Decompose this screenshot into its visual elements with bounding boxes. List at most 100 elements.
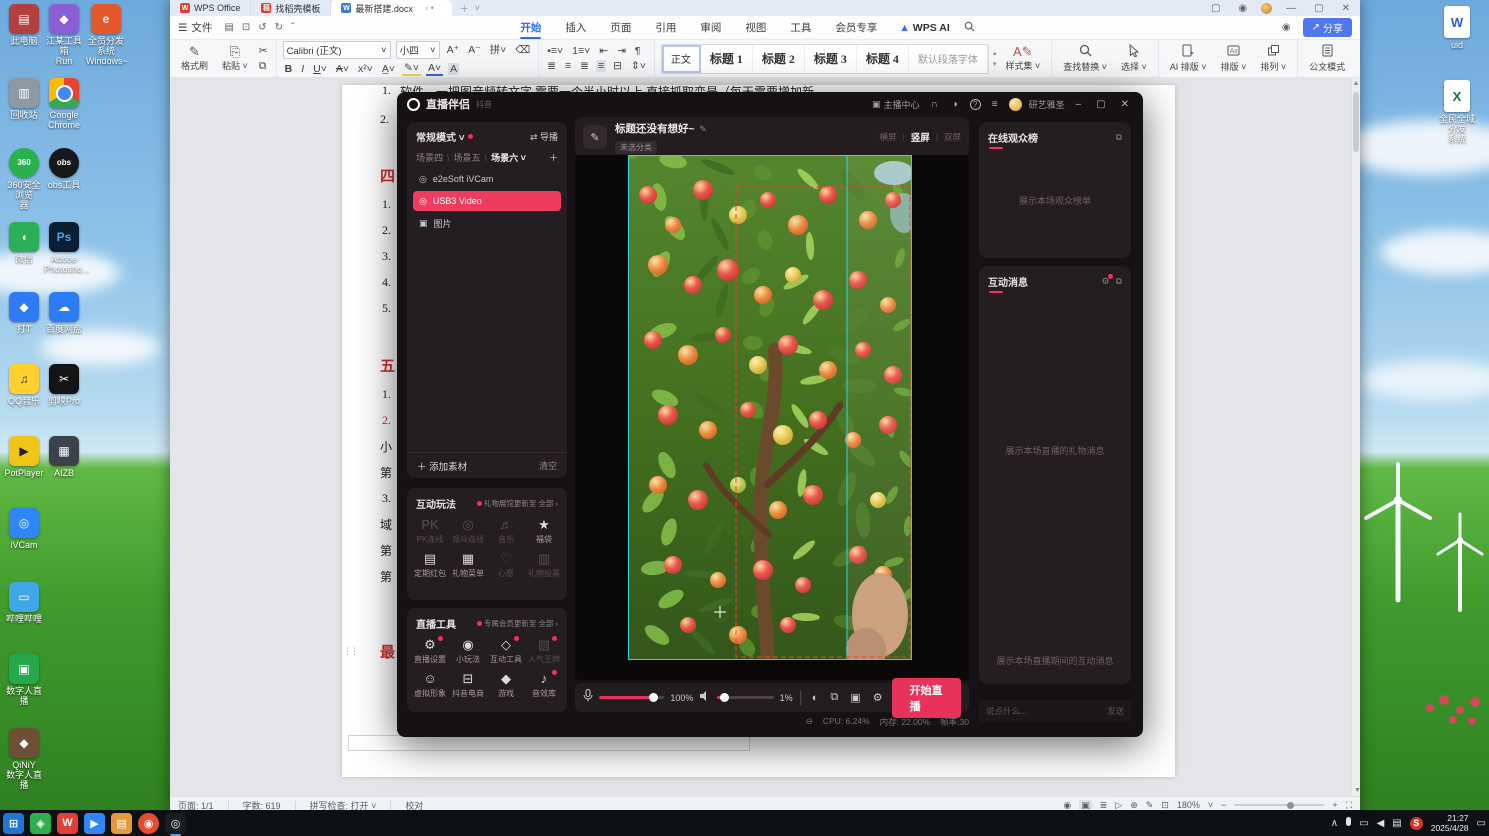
screen-mode-dual[interactable]: 双屏 <box>944 131 961 143</box>
taskbar-green-app[interactable]: ◈ <box>30 812 51 834</box>
edit-title-icon[interactable]: ✎ <box>583 125 607 149</box>
vertical-scrollbar[interactable]: ▲ ▼ <box>1351 78 1360 796</box>
settings-icon[interactable]: ⚙ <box>870 691 886 704</box>
live-preview-canvas[interactable] <box>575 155 969 680</box>
message-settings-icon[interactable]: ⚙ <box>1101 274 1113 287</box>
numbered-list-button[interactable]: 1≡˅ <box>570 45 592 57</box>
feature-item[interactable]: ▥ 礼物投票 <box>525 551 563 579</box>
copy-button[interactable]: ⧉ <box>257 60 270 72</box>
desktop-icon[interactable]: ▭ 哔哩哔哩 <box>4 582 44 624</box>
style-pill[interactable]: 标题 4 <box>857 44 909 73</box>
desktop-icon[interactable]: 360 360安全浏览 器 <box>4 148 44 210</box>
zoom-level[interactable]: 180% <box>1177 800 1200 810</box>
wps-tab[interactable]: W 最新搭建.docx ▫ • <box>331 0 452 16</box>
add-material-button[interactable]: ＋ 添加素材 <box>417 459 467 473</box>
align-center-button[interactable]: ≡ <box>563 60 573 72</box>
source-item[interactable]: ◎ e2eSoft iVCam <box>413 169 561 189</box>
globe-icon[interactable]: ◉ <box>1234 3 1251 14</box>
underline-button[interactable]: U˅ <box>311 63 329 75</box>
increase-font-button[interactable]: A⁺ <box>445 44 462 56</box>
feature-item[interactable]: ★ 福袋 <box>525 517 563 545</box>
ribbon-tab[interactable]: 引用 <box>643 16 688 40</box>
scroll-thumb[interactable] <box>1353 92 1359 152</box>
feature-item[interactable]: ◆ 游戏 <box>487 671 525 699</box>
highlight-color-button[interactable]: ✎˅ <box>402 62 421 76</box>
desktop-icon[interactable]: e 全员分发系统 Windows~ <box>86 4 128 66</box>
source-item[interactable]: ▣ 图片 <box>413 213 561 233</box>
desktop-icon[interactable]: Google Chrome <box>44 78 84 130</box>
speaker-volume-slider[interactable] <box>717 693 774 702</box>
zoom-out-icon[interactable]: ⊖ <box>806 716 813 728</box>
ribbon-tab[interactable]: 页面 <box>598 16 643 40</box>
send-button[interactable]: 发送 <box>1107 705 1124 717</box>
style-pill[interactable]: 标题 1 <box>701 44 753 73</box>
screen-mode-portrait[interactable]: 竖屏 <box>911 130 930 144</box>
format-painter-button[interactable]: ✎ 格式刷 <box>176 45 213 72</box>
source-item[interactable]: ◎ USB3 Video <box>413 191 561 211</box>
text-effect-button[interactable]: A̲˅ <box>380 63 397 75</box>
desktop-icon[interactable]: ◖ 微信 <box>4 222 44 264</box>
feature-item[interactable]: ☺ 虚拟形象 <box>411 671 449 699</box>
mode-select[interactable]: 常规模式 ˅ <box>416 129 465 144</box>
search-icon[interactable] <box>960 21 979 35</box>
ribbon-tab[interactable]: 会员专享 <box>823 16 889 40</box>
style-pill[interactable]: 默认段落字体 <box>909 44 988 73</box>
messages-panel-title[interactable]: 互动消息 <box>988 274 1028 293</box>
tab-list-icon[interactable]: ˅ <box>475 3 480 13</box>
add-scene-button[interactable]: ＋ <box>549 151 558 164</box>
start-live-button[interactable]: 开始直播 <box>891 677 961 718</box>
feature-item[interactable]: ▦ 礼物菜单 <box>449 551 487 579</box>
gallery-up-icon[interactable]: ▴ <box>993 49 997 57</box>
more-icon[interactable]: ˇ <box>287 22 298 33</box>
arrange-button[interactable]: 排列 ˅ <box>1255 44 1291 73</box>
desktop-icon[interactable]: ◆ 江某工具箱 Run <box>44 4 84 66</box>
edit-mode-icon[interactable]: ✎ <box>1146 800 1154 811</box>
italic-button[interactable]: I <box>299 63 306 75</box>
maximize-button[interactable]: ▢ <box>1310 3 1327 14</box>
feature-item[interactable]: ♪ 音效库 <box>525 670 563 699</box>
new-tab-button[interactable]: ＋ <box>460 2 469 15</box>
feature-item[interactable]: ▤ 定期红包 <box>411 551 449 579</box>
wps-ai-tab[interactable]: ▲ WPS AI <box>889 22 959 34</box>
taskbar-start[interactable]: ⊞ <box>3 812 24 834</box>
desktop-icon[interactable]: obs obs工具 <box>44 148 84 190</box>
outline-view-icon[interactable]: ≣ <box>1100 800 1108 811</box>
chat-input[interactable]: 说点什么... 发送 <box>979 700 1131 722</box>
ribbon-tab[interactable]: 视图 <box>733 16 778 40</box>
ribbon-tab[interactable]: 开始 <box>508 16 553 40</box>
paste-button[interactable]: ⎘ 粘贴 ˅ <box>217 45 253 72</box>
desktop-icon[interactable]: ◆ 打T <box>4 292 44 334</box>
file-menu[interactable]: ☰ 文件 <box>170 20 220 35</box>
taskbar-blue-app[interactable]: ▶ <box>84 812 105 834</box>
style-pill[interactable]: 标题 2 <box>753 44 805 73</box>
align-right-button[interactable]: ≣ <box>578 60 591 72</box>
ai-layout-button[interactable]: AI 排版 ˅ <box>1165 44 1212 73</box>
font-name-select[interactable]: Calibri (正文) ˅ <box>282 41 391 59</box>
redo-icon[interactable]: ↻ <box>271 22 287 33</box>
eye-icon[interactable]: ◉ <box>1278 22 1295 33</box>
popout-icon[interactable]: ⧉ <box>1116 276 1122 287</box>
avatar[interactable] <box>1261 2 1273 14</box>
feature-item[interactable]: PK PK连线 <box>411 517 449 545</box>
feature-item[interactable]: ⊟ 抖音电商 <box>449 671 487 699</box>
desktop-icon[interactable]: ▶ PotPlayer <box>4 436 44 478</box>
tray-ime-icon[interactable]: ▤ <box>1392 818 1401 829</box>
speaker-icon[interactable] <box>699 689 711 707</box>
stream-maximize-button[interactable]: ▢ <box>1092 99 1109 110</box>
category-tag[interactable]: 未选分类 <box>615 141 657 154</box>
mic-volume-slider[interactable] <box>599 693 665 702</box>
beauty-icon[interactable]: ◐ <box>809 692 822 704</box>
style-pill[interactable]: 标题 3 <box>805 44 857 73</box>
cut-button[interactable]: ✂ <box>257 45 270 57</box>
scroll-down-icon[interactable]: ▼ <box>1354 787 1360 794</box>
user-avatar[interactable] <box>1008 97 1022 111</box>
desktop-icon[interactable]: ☁ 百度网盘 <box>44 292 84 334</box>
tray-caret-icon[interactable]: ∧ <box>1331 818 1338 829</box>
camera-icon[interactable]: ▣ <box>847 691 863 704</box>
font-color-button[interactable]: A˅ <box>425 62 444 76</box>
decrease-indent-button[interactable]: ⇤ <box>597 45 610 57</box>
layout-icon[interactable]: ▢ <box>1207 3 1224 14</box>
decrease-font-button[interactable]: A⁻ <box>466 44 483 56</box>
strikethrough-button[interactable]: A˅ <box>334 63 351 75</box>
feature-item[interactable]: ◎ 观众连线 <box>449 517 487 545</box>
